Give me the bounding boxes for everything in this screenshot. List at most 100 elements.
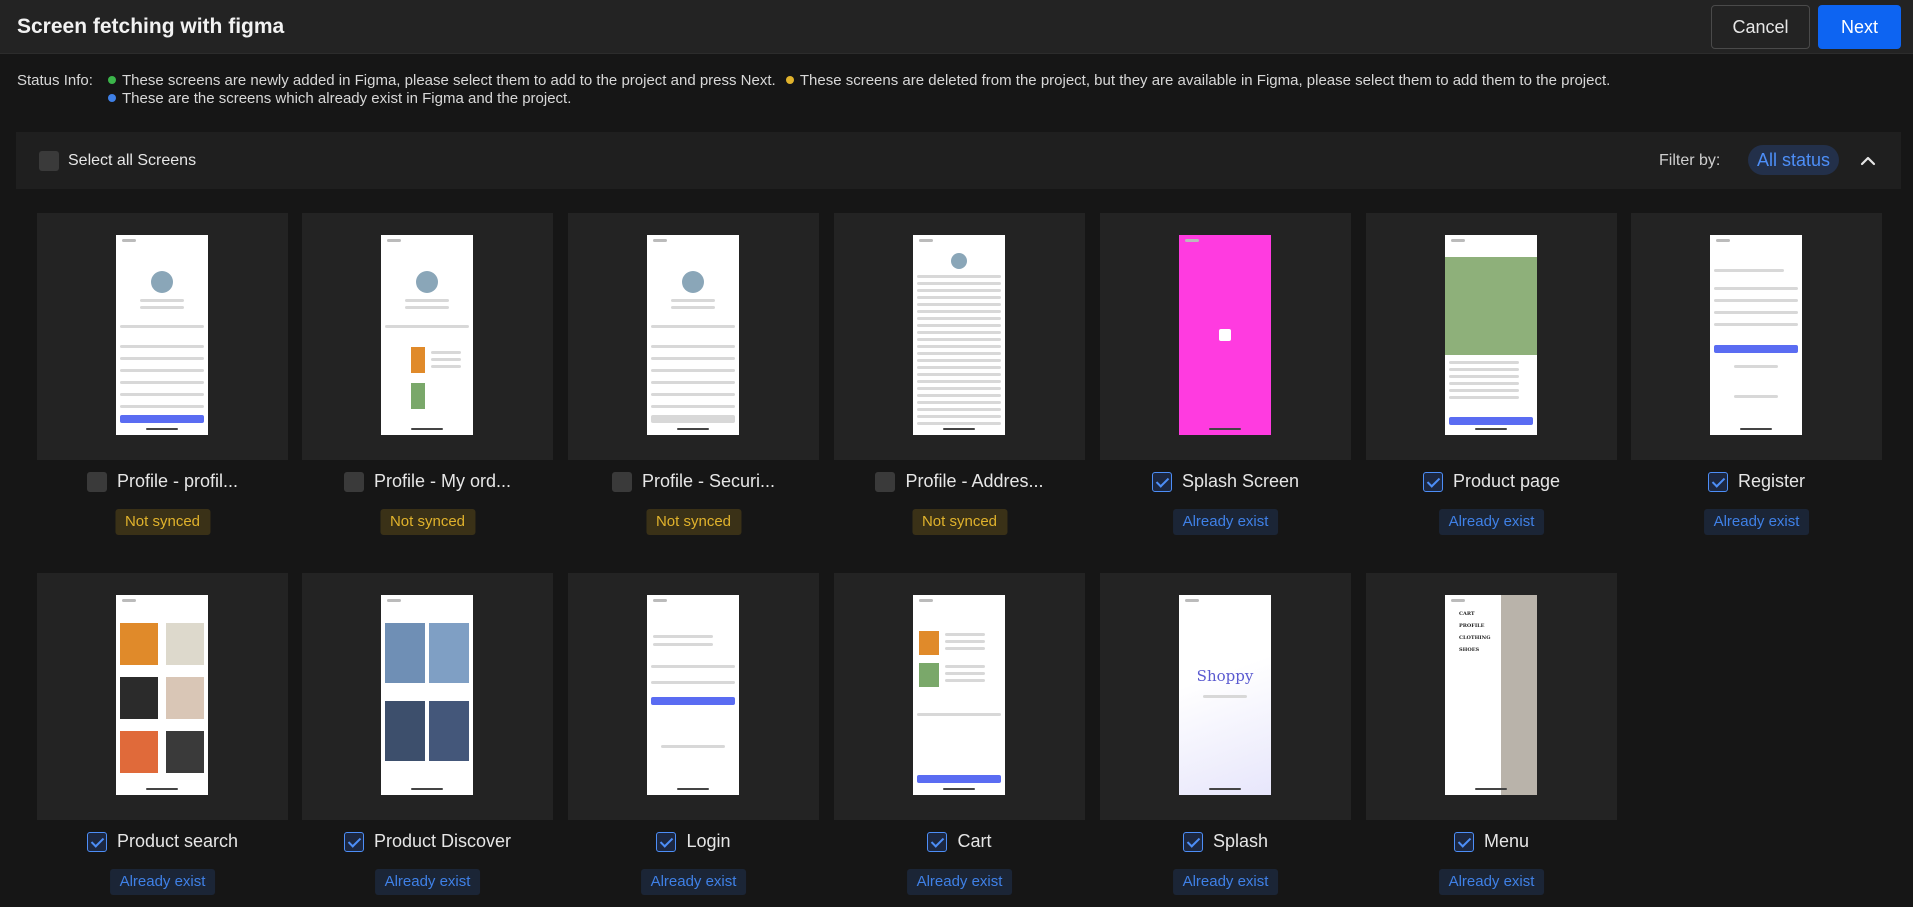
- screen-thumbnail[interactable]: [37, 573, 288, 820]
- preview-shape: [917, 352, 1001, 355]
- preview-home-indicator: [146, 428, 178, 430]
- blue-dot-icon: [108, 94, 116, 102]
- preview-status-bar: [1716, 239, 1730, 242]
- screen-thumbnail[interactable]: Shoppy: [1100, 573, 1351, 820]
- preview-shape: [1714, 287, 1798, 290]
- preview-menu-item: SHOES: [1459, 647, 1480, 653]
- status-badge: Already exist: [1172, 869, 1279, 895]
- screen-checkbox[interactable]: [611, 471, 632, 492]
- page-title: Screen fetching with figma: [17, 15, 285, 38]
- cancel-button[interactable]: Cancel: [1711, 5, 1810, 49]
- preview-menu-item: CLOTHING: [1459, 635, 1491, 641]
- screen-name: Product Discover: [373, 831, 512, 851]
- screen-checkbox[interactable]: [875, 471, 896, 492]
- screen-name-row: Product search: [37, 831, 288, 852]
- preview-shape: [385, 325, 469, 328]
- screen-preview-image: [647, 235, 739, 435]
- screen-checkbox[interactable]: [1422, 471, 1443, 492]
- preview-shape: [1203, 695, 1247, 698]
- screen-thumbnail[interactable]: [1100, 213, 1351, 460]
- preview-shape: [651, 665, 735, 668]
- preview-status-bar: [919, 239, 933, 242]
- preview-shape: [917, 373, 1001, 376]
- select-all-checkbox[interactable]: [39, 151, 59, 171]
- screen-checkbox[interactable]: [1707, 471, 1728, 492]
- preview-status-bar: [1451, 239, 1465, 242]
- screen-thumbnail[interactable]: [302, 573, 553, 820]
- screen-checkbox[interactable]: [927, 831, 948, 852]
- preview-shape: [120, 325, 204, 328]
- preview-home-indicator: [1209, 788, 1241, 790]
- preview-image: [166, 731, 204, 773]
- screen-name: Register: [1737, 471, 1806, 491]
- screen-checkbox[interactable]: [1453, 831, 1474, 852]
- screen-preview-image: [913, 235, 1005, 435]
- screen-thumbnail[interactable]: [568, 213, 819, 460]
- toolbar: Select all Screens Filter by: All status: [16, 132, 1901, 189]
- screen-thumbnail[interactable]: [568, 573, 819, 820]
- screen-name: Profile - My ord...: [373, 471, 512, 491]
- preview-image: [411, 347, 425, 373]
- screen-thumbnail[interactable]: [302, 213, 553, 460]
- screen-name: Profile - Addres...: [905, 471, 1044, 491]
- screen-checkbox[interactable]: [1182, 831, 1203, 852]
- screen-thumbnail[interactable]: CART PROFILE CLOTHING SHOES: [1366, 573, 1617, 820]
- preview-shape: [1734, 395, 1778, 398]
- preview-shape: [140, 299, 184, 302]
- select-all-screens[interactable]: Select all Screens: [39, 151, 196, 171]
- screen-preview-image: [913, 595, 1005, 795]
- screen-preview-image: [381, 235, 473, 435]
- screen-thumbnail[interactable]: [834, 573, 1085, 820]
- screen-thumbnail[interactable]: [37, 213, 288, 460]
- preview-shape: [917, 324, 1001, 327]
- preview-home-indicator: [1475, 788, 1507, 790]
- screen-name: Splash: [1212, 831, 1269, 851]
- next-button[interactable]: Next: [1818, 5, 1901, 49]
- preview-button: [651, 415, 735, 423]
- preview-shape: [917, 415, 1001, 418]
- preview-image: [919, 663, 939, 687]
- preview-image: [1501, 595, 1537, 795]
- screen-checkbox[interactable]: [86, 471, 107, 492]
- preview-image: [411, 383, 425, 409]
- preview-home-indicator: [411, 788, 443, 790]
- preview-shape: [651, 357, 735, 360]
- preview-shape: [945, 640, 985, 643]
- screen-thumbnail[interactable]: [834, 213, 1085, 460]
- preview-status-bar: [653, 239, 667, 242]
- status-info-line-1: These screens are newly added in Figma, …: [108, 72, 1610, 89]
- preview-image: [166, 623, 204, 665]
- preview-home-indicator: [411, 428, 443, 430]
- screen-checkbox[interactable]: [1151, 471, 1172, 492]
- screen-name-row: Menu: [1366, 831, 1617, 852]
- select-all-label: Select all Screens: [68, 152, 197, 169]
- screen-name-row: Product Discover: [302, 831, 553, 852]
- preview-shape: [917, 317, 1001, 320]
- preview-shape: [945, 672, 985, 675]
- preview-status-bar: [122, 599, 136, 602]
- preview-menu-item: PROFILE: [1459, 623, 1485, 629]
- preview-status-bar: [387, 599, 401, 602]
- status-badge: Not synced: [645, 509, 742, 535]
- preview-shape: [120, 345, 204, 348]
- status-badge: Not synced: [911, 509, 1008, 535]
- preview-shape: [651, 381, 735, 384]
- screen-checkbox[interactable]: [86, 831, 107, 852]
- preview-button: [651, 697, 735, 705]
- status-badge: Already exist: [1438, 509, 1545, 535]
- preview-home-indicator: [1475, 428, 1507, 430]
- screen-thumbnail[interactable]: [1366, 213, 1617, 460]
- screen-thumbnail[interactable]: [1631, 213, 1882, 460]
- screen-checkbox[interactable]: [656, 831, 677, 852]
- preview-shape: [405, 306, 449, 309]
- chevron-up-icon[interactable]: [1858, 151, 1878, 171]
- preview-shape: [120, 369, 204, 372]
- filter-status-dropdown[interactable]: All status: [1748, 145, 1840, 175]
- preview-logo: [1219, 329, 1231, 341]
- green-dot-icon: [108, 76, 116, 84]
- screen-checkbox[interactable]: [343, 471, 364, 492]
- preview-shape: [1449, 368, 1519, 371]
- screen-checkbox[interactable]: [343, 831, 364, 852]
- preview-shape: [120, 381, 204, 384]
- preview-shape: [917, 380, 1001, 383]
